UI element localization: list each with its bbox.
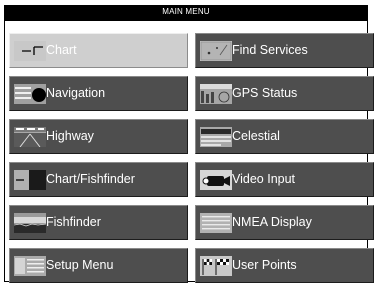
menu-button-fishfinder[interactable]: Fishfinder [9, 205, 188, 240]
menu-panel: Chart Navigation Highway Chart/Fishfinde… [5, 21, 374, 283]
celestial-icon [200, 127, 232, 147]
user-points-flags-icon [200, 256, 232, 276]
menu-label: Chart [46, 43, 77, 57]
navigation-icon [14, 84, 46, 104]
menu-button-chart-fishfinder[interactable]: Chart/Fishfinder [9, 162, 188, 197]
fishfinder-icon [14, 213, 46, 233]
menu-button-navigation[interactable]: Navigation [9, 76, 188, 111]
menu-label: Video Input [232, 172, 296, 186]
menu-label: Setup Menu [46, 258, 114, 272]
menu-label: Fishfinder [46, 215, 101, 229]
gps-status-icon [200, 84, 232, 104]
menu-button-user-points[interactable]: User Points [195, 248, 374, 283]
menu-button-highway[interactable]: Highway [9, 119, 188, 154]
chart-fishfinder-icon [14, 170, 46, 190]
menu-label: Navigation [46, 86, 106, 100]
menu-label: Celestial [232, 129, 280, 143]
menu-button-video-input[interactable]: Video Input [195, 162, 374, 197]
nmea-display-icon [200, 213, 232, 233]
setup-menu-icon [14, 256, 46, 276]
menu-label: Find Services [232, 43, 308, 57]
window-title: MAIN MENU [162, 7, 210, 16]
menu-label: Highway [46, 129, 94, 143]
menu-label: User Points [232, 258, 297, 272]
menu-button-nmea-display[interactable]: NMEA Display [195, 205, 374, 240]
highway-icon [14, 127, 46, 147]
menu-label: NMEA Display [232, 215, 312, 229]
menu-label: GPS Status [232, 86, 298, 100]
menu-button-gps-status[interactable]: GPS Status [195, 76, 374, 111]
find-services-icon [200, 41, 232, 61]
menu-label: Chart/Fishfinder [46, 172, 135, 186]
main-menu-window: MAIN MENU Chart Navigation Highway Chart… [4, 5, 374, 283]
menu-button-find-services[interactable]: Find Services [195, 33, 374, 68]
video-camera-icon [200, 170, 232, 190]
menu-button-celestial[interactable]: Celestial [195, 119, 374, 154]
menu-button-chart[interactable]: Chart [9, 33, 188, 68]
chart-icon [14, 41, 46, 61]
menu-button-setup-menu[interactable]: Setup Menu [9, 248, 188, 283]
